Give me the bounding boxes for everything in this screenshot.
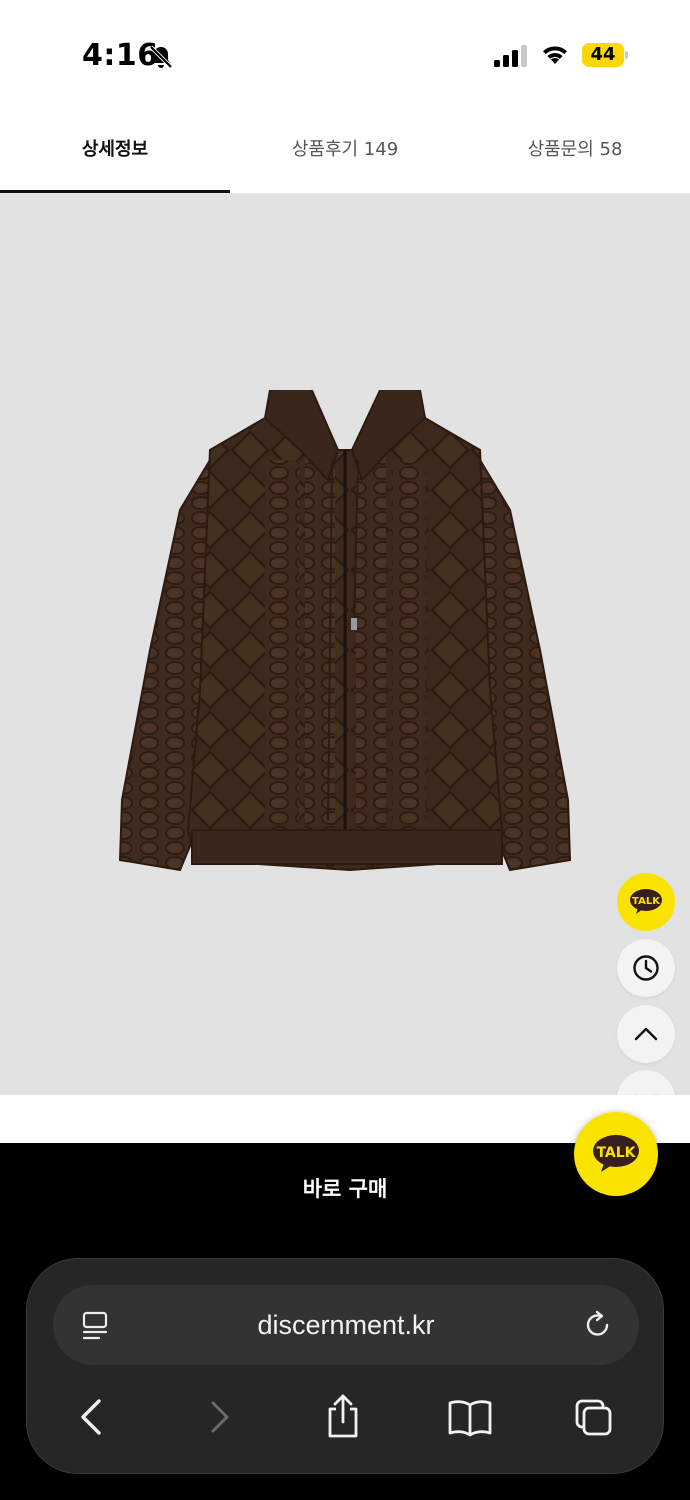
kakao-talk-label: TALK [632, 896, 660, 907]
address-bar[interactable]: discernment.kr [53, 1285, 639, 1365]
reload-icon[interactable] [583, 1310, 613, 1340]
tab-inquiries[interactable]: 상품문의 58 [460, 110, 690, 194]
kakao-talk-button[interactable]: TALK [617, 873, 675, 931]
detail-tabs: 상세정보 상품후기 149 상품문의 58 [0, 110, 690, 194]
wifi-icon [543, 46, 567, 64]
tab-indicator [0, 190, 230, 193]
kakao-chat-label: TALK [596, 1145, 636, 1161]
forward-icon[interactable] [199, 1397, 239, 1437]
tab-detail-info[interactable]: 상세정보 [0, 110, 230, 194]
battery-icon: 44 [582, 43, 628, 67]
recent-views-button[interactable] [617, 939, 675, 997]
share-icon[interactable] [323, 1393, 363, 1439]
back-icon[interactable] [73, 1397, 113, 1437]
url-text: discernment.kr [257, 1310, 435, 1340]
scroll-top-button[interactable] [617, 1005, 675, 1063]
tab-reviews[interactable]: 상품후기 149 [230, 110, 460, 194]
battery-level: 44 [590, 44, 616, 65]
product-image-area [0, 194, 690, 1095]
bookmarks-icon[interactable] [447, 1397, 493, 1437]
clock-icon [633, 955, 659, 981]
status-bar: 4:16 44 [0, 0, 690, 110]
kakao-chat-fab[interactable]: TALK [574, 1112, 658, 1196]
product-image [118, 390, 572, 872]
signal-icon [494, 45, 527, 67]
browser-toolbar: discernment.kr [26, 1258, 664, 1474]
bell-off-icon [149, 45, 173, 69]
tabs-icon[interactable] [573, 1397, 613, 1437]
chevron-up-icon [634, 1027, 658, 1041]
